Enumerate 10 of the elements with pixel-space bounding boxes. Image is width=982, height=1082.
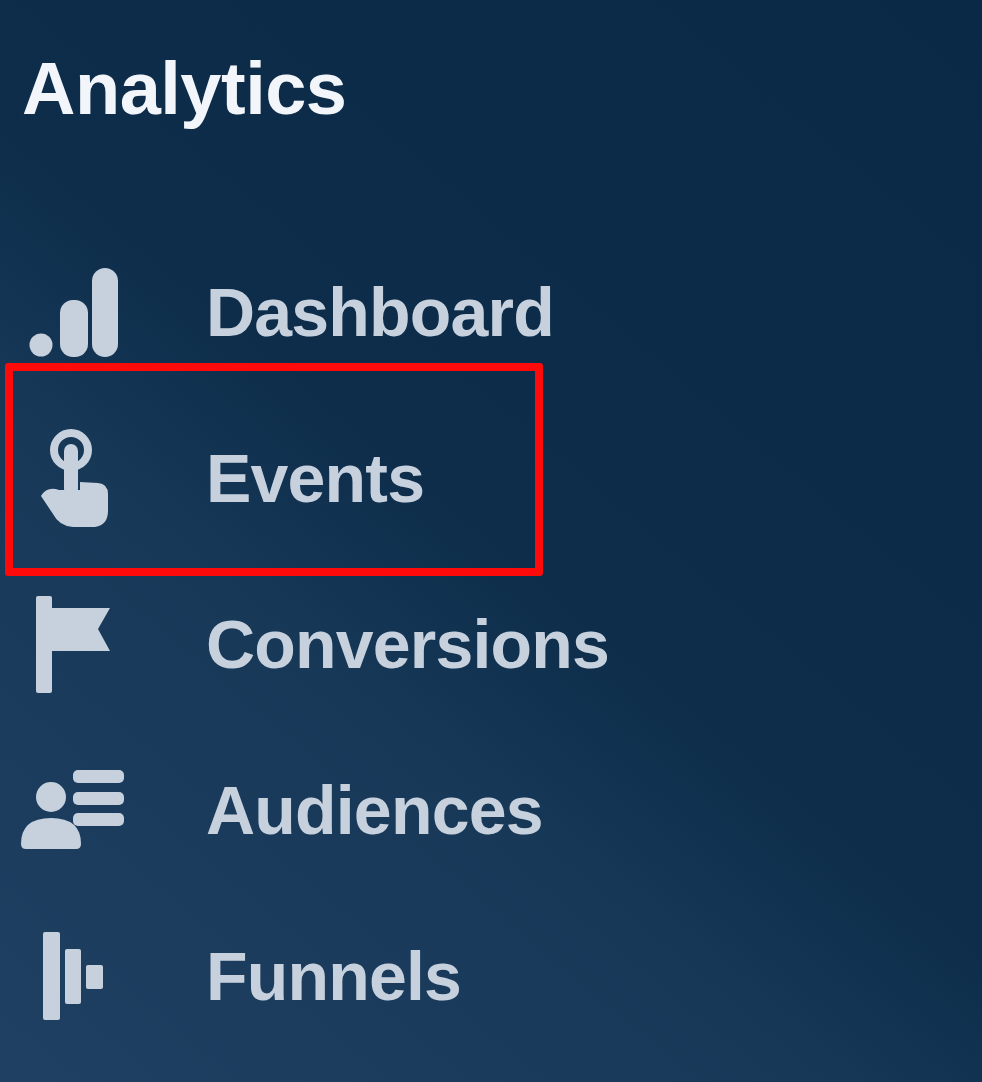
nav-item[interactable]: Funnels (0, 893, 462, 1059)
bar-chart-icon (28, 267, 118, 357)
flag-icon (36, 595, 110, 693)
nav-item[interactable]: Events (0, 395, 425, 561)
nav-item[interactable]: Audiences (0, 727, 543, 893)
section-title: Analytics (22, 46, 347, 132)
nav-item[interactable]: Dashboard (0, 229, 554, 395)
person-list-icon (21, 770, 125, 850)
nav-item[interactable]: Conversions (0, 561, 610, 727)
bars-icon (43, 932, 103, 1020)
